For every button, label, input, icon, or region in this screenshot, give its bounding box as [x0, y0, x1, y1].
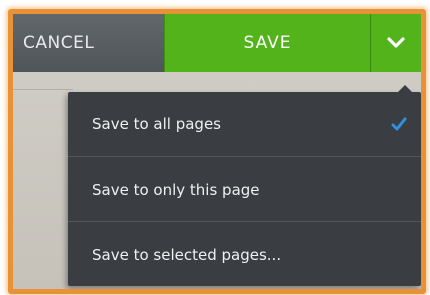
menu-divider: [68, 221, 421, 222]
save-toolbar: CANCEL SAVE: [13, 14, 421, 72]
menu-item-label: Save to only this page: [92, 181, 260, 199]
background-divider: [13, 89, 73, 90]
checkmark-icon: [391, 117, 407, 131]
menu-item-save-selected-pages[interactable]: Save to selected pages...: [68, 223, 421, 287]
menu-pointer: [398, 85, 412, 92]
menu-divider: [68, 156, 421, 157]
chevron-down-icon: [387, 37, 405, 48]
save-button[interactable]: SAVE: [164, 14, 370, 72]
menu-item-label: Save to selected pages...: [92, 246, 282, 264]
menu-item-save-all-pages[interactable]: Save to all pages: [68, 92, 421, 156]
cancel-button-label: CANCEL: [23, 33, 95, 53]
save-button-label: SAVE: [243, 33, 292, 53]
cancel-button[interactable]: CANCEL: [13, 14, 164, 72]
highlight-frame: CANCEL SAVE Save to all pages Save to on…: [8, 9, 426, 294]
save-options-toggle[interactable]: [370, 14, 421, 72]
save-options-menu: Save to all pages Save to only this page…: [68, 85, 421, 287]
menu-item-label: Save to all pages: [92, 115, 221, 133]
menu-item-save-this-page[interactable]: Save to only this page: [68, 158, 421, 222]
